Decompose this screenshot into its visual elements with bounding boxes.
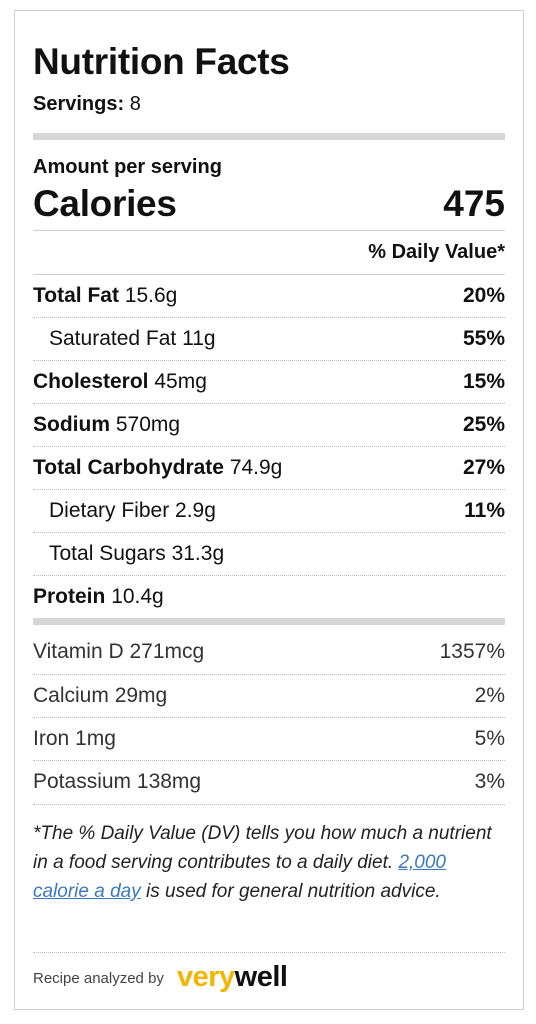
nutrient-label: Saturated Fat [49, 327, 177, 350]
nutrient-row-saturated-fat: Saturated Fat 11g 55% [33, 324, 505, 354]
vitamin-amount: 29mg [114, 684, 168, 707]
vitamin-amount: 138mg [136, 770, 202, 793]
amount-per-serving: Amount per serving [33, 156, 222, 178]
nutrient-amount: 2.9g [175, 499, 216, 522]
vitamin-amount: 1mg [75, 727, 116, 750]
nutrient-label: Sodium [33, 413, 110, 436]
dotted-divider [33, 403, 505, 404]
vitamin-label: Potassium [33, 770, 132, 793]
divider [33, 230, 505, 231]
nutrient-amount: 570mg [115, 413, 181, 436]
dotted-divider [33, 717, 505, 718]
dotted-divider [33, 446, 505, 447]
nutrient-label: Dietary Fiber [49, 499, 170, 522]
dotted-divider [33, 760, 505, 761]
nutrient-amount: 74.9g [229, 456, 283, 479]
servings-value: 8 [129, 93, 141, 115]
dotted-divider [33, 317, 505, 318]
dotted-divider [33, 532, 505, 533]
vitamin-row-potassium: Potassium 138mg 3% [33, 767, 505, 797]
vitamin-row-calcium: Calcium 29mg 2% [33, 681, 505, 711]
vitamin-row-iron: Iron 1mg 5% [33, 724, 505, 754]
nutrition-title: Nutrition Facts [33, 41, 290, 82]
calories-value: 475 [443, 183, 505, 224]
vitamin-row-vitamin-d: Vitamin D 271mcg 1357% [33, 637, 505, 667]
nutrient-row-cholesterol: Cholesterol 45mg 15% [33, 367, 505, 397]
vitamin-dv: 1357% [439, 640, 505, 663]
vitamin-label: Vitamin D [33, 640, 124, 663]
nutrient-dv: 27% [462, 456, 505, 479]
daily-value-footnote: *The % Daily Value (DV) tells you how mu… [33, 819, 505, 906]
dotted-divider [33, 804, 505, 805]
daily-value-header: % Daily Value* [368, 241, 505, 263]
vitamin-label: Calcium [33, 684, 109, 707]
nutrient-amount: 45mg [154, 370, 207, 393]
nutrient-dv: 25% [462, 413, 505, 436]
nutrient-amount: 11g [182, 327, 216, 350]
nutrient-amount: 31.3g [171, 542, 225, 565]
logo-part-well: well [234, 961, 288, 993]
dotted-divider [33, 674, 505, 675]
nutrient-dv: 11% [464, 499, 505, 522]
nutrient-row-sodium: Sodium 570mg 25% [33, 410, 505, 440]
nutrient-amount: 10.4g [111, 585, 164, 608]
divider [33, 274, 505, 275]
nutrient-row-dietary-fiber: Dietary Fiber 2.9g 11% [33, 496, 505, 526]
nutrient-label: Total Carbohydrate [33, 456, 224, 479]
vitamin-dv: 5% [474, 727, 505, 750]
servings: Servings: 8 [33, 93, 141, 116]
nutrient-row-total-carbohydrate: Total Carbohydrate 74.9g 27% [33, 453, 505, 483]
dotted-divider [33, 952, 505, 953]
nutrient-label: Cholesterol [33, 370, 149, 393]
dotted-divider [33, 489, 505, 490]
calories-label: Calories [33, 183, 177, 224]
logo-part-very: very [177, 961, 235, 993]
verywell-logo[interactable]: verywell [177, 961, 288, 994]
footnote-text-end: is used for general nutrition advice. [140, 881, 441, 902]
nutrient-row-protein: Protein 10.4g [33, 582, 505, 612]
nutrient-label: Total Sugars [49, 542, 166, 565]
servings-label: Servings: [33, 93, 125, 115]
nutrient-dv: 15% [462, 370, 505, 393]
nutrient-row-total-fat: Total Fat 15.6g 20% [33, 281, 505, 311]
attribution-prefix: Recipe analyzed by [33, 970, 164, 987]
nutrient-row-total-sugars: Total Sugars 31.3g [33, 539, 505, 569]
dotted-divider [33, 360, 505, 361]
nutrient-dv: 20% [462, 284, 505, 307]
nutrition-label-card: Nutrition Facts Servings: 8 Amount per s… [14, 10, 524, 1010]
vitamin-dv: 3% [474, 770, 505, 793]
nutrient-dv: 55% [462, 327, 505, 350]
vitamin-dv: 2% [474, 684, 505, 707]
thick-divider [33, 618, 505, 625]
nutrient-amount: 15.6g [124, 284, 178, 307]
thick-divider [33, 133, 505, 140]
dotted-divider [33, 575, 505, 576]
nutrient-label: Total Fat [33, 284, 119, 307]
vitamin-amount: 271mcg [129, 640, 205, 663]
vitamin-label: Iron [33, 727, 70, 750]
nutrient-label: Protein [33, 585, 106, 608]
